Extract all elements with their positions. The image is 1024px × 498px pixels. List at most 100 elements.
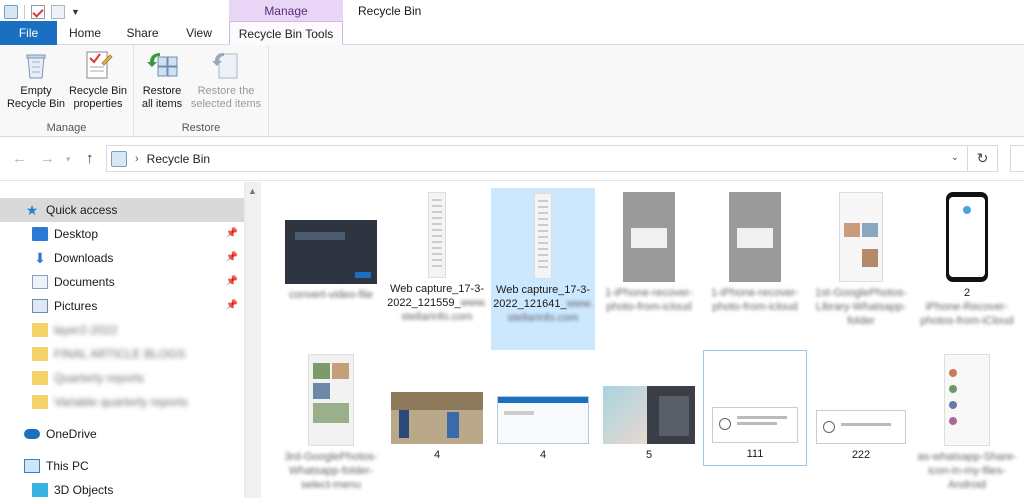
- file-name: 4: [539, 449, 547, 461]
- file-item[interactable]: 1-iPhone-recover-photo-from-icloud: [597, 192, 701, 314]
- nav-downloads[interactable]: ⬇ Downloads 📌: [0, 246, 244, 270]
- ribbon-group-label-restore: Restore: [181, 122, 221, 134]
- address-bar[interactable]: › Recycle Bin ⌄: [106, 145, 968, 172]
- file-name: 1-iPhone-recover-photo-from-icloud: [710, 287, 800, 313]
- file-item-selected[interactable]: Web capture_17-3-2022_121641_www.stellar…: [491, 188, 595, 350]
- empty-line-2: Recycle Bin: [6, 98, 66, 110]
- cube-icon: [32, 483, 48, 497]
- file-thumbnail: [712, 407, 798, 443]
- file-name: convert-video-file: [289, 289, 373, 301]
- file-thumbnail: [534, 193, 552, 279]
- tab-recycle-bin-tools[interactable]: Recycle Bin Tools: [229, 21, 343, 46]
- file-item-focused[interactable]: 111: [703, 350, 807, 466]
- nav-folder-label: Variable quarterly reports: [54, 395, 188, 409]
- empty-recycle-bin-icon: [26, 54, 46, 79]
- navigation-pane: ★ Quick access Desktop 📌 ⬇ Downloads 📌 D…: [0, 182, 244, 498]
- properties-icon[interactable]: [31, 5, 45, 19]
- pin-icon[interactable]: 📌: [226, 228, 238, 239]
- restore-selected-line-2: selected items: [190, 98, 262, 110]
- breadcrumb-recycle-bin[interactable]: Recycle Bin: [147, 152, 210, 166]
- tab-file[interactable]: File: [0, 21, 57, 45]
- tab-view[interactable]: View: [172, 21, 226, 45]
- nav-onedrive[interactable]: OneDrive: [0, 422, 244, 446]
- file-item[interactable]: 3rd-GooglePhotos-Whatsapp-folder-select-…: [279, 354, 383, 492]
- new-folder-icon[interactable]: [51, 5, 65, 19]
- file-item[interactable]: convert-video-file: [279, 202, 383, 302]
- file-item[interactable]: 1-iPhone-recover-photo-from-icloud: [703, 192, 807, 314]
- nav-3d-objects[interactable]: 3D Objects: [0, 478, 244, 498]
- nav-folder[interactable]: Variable quarterly reports: [0, 390, 244, 414]
- file-name: 3rd-GooglePhotos-Whatsapp-folder-select-…: [284, 451, 378, 491]
- tab-share[interactable]: Share: [113, 21, 172, 45]
- ribbon-group-label-manage: Manage: [46, 122, 87, 134]
- empty-line-1: Empty: [20, 85, 52, 97]
- file-item[interactable]: 4: [385, 354, 489, 462]
- restore-all-items-button[interactable]: Restore all items: [138, 49, 186, 111]
- nav-folder[interactable]: FINAL ARTICLE BLOGS: [0, 342, 244, 366]
- file-item[interactable]: 5: [597, 354, 701, 462]
- nav-downloads-label: Downloads: [54, 251, 114, 265]
- empty-recycle-bin-button[interactable]: Empty Recycle Bin: [6, 49, 66, 111]
- window-title: Recycle Bin: [358, 4, 422, 18]
- ribbon-group-manage: Empty Recycle Bin Recycle Bin properties…: [0, 45, 134, 137]
- properties-line-2: properties: [73, 98, 123, 110]
- folder-icon: [32, 323, 48, 337]
- nav-quick-access[interactable]: ★ Quick access: [0, 198, 244, 222]
- forward-arrow-icon[interactable]: →: [40, 150, 55, 167]
- file-thumbnail: [729, 192, 781, 282]
- cloud-icon: [24, 429, 40, 439]
- nav-folder[interactable]: layer2-2022: [0, 318, 244, 342]
- pin-icon[interactable]: 📌: [226, 300, 238, 311]
- customize-toolbar-dropdown-icon[interactable]: ▼: [71, 7, 80, 17]
- nav-documents[interactable]: Documents 📌: [0, 270, 244, 294]
- file-thumbnail: [839, 192, 883, 282]
- nav-folder[interactable]: Quarterly reports: [0, 366, 244, 390]
- nav-desktop[interactable]: Desktop 📌: [0, 222, 244, 246]
- navigation-bar: ← → ▾ ↑ › Recycle Bin ⌄ ↻: [0, 137, 1024, 181]
- file-name: 222: [851, 449, 871, 461]
- file-name: 1st-GooglePhotos-Library-Whatsapp-folder: [815, 287, 907, 327]
- file-item[interactable]: 4: [491, 354, 595, 462]
- chevron-down-icon[interactable]: ⌄: [951, 152, 959, 163]
- nav-pictures[interactable]: Pictures 📌: [0, 294, 244, 318]
- file-thumbnail: [623, 192, 675, 282]
- nav-pane-scrollbar[interactable]: [244, 182, 261, 498]
- file-item[interactable]: as-whatsapp-Share-icon-in-my-files-Andro…: [915, 354, 1019, 492]
- back-arrow-icon[interactable]: ←: [12, 150, 27, 167]
- breadcrumb-separator[interactable]: ›: [135, 153, 139, 165]
- pin-icon[interactable]: 📌: [226, 276, 238, 287]
- file-thumbnail: [944, 354, 990, 446]
- restore-all-line-1: Restore: [142, 85, 182, 97]
- file-item[interactable]: 222: [809, 354, 913, 462]
- restore-selected-items-button[interactable]: Restore the selected items: [186, 49, 266, 111]
- recent-locations-chevron-icon[interactable]: ▾: [66, 154, 71, 165]
- picture-icon: [32, 299, 48, 313]
- nav-folder-label: Quarterly reports: [54, 371, 145, 385]
- ribbon-group-restore: Restore all items Restore the selected i…: [134, 45, 269, 137]
- file-item[interactable]: 1st-GooglePhotos-Library-Whatsapp-folder: [809, 192, 913, 328]
- up-arrow-icon[interactable]: ↑: [86, 150, 94, 167]
- file-thumbnail: [391, 392, 483, 444]
- file-name: as-whatsapp-Share-icon-in-my-files-Andro…: [917, 451, 1017, 491]
- scroll-up-arrow-icon[interactable]: ▲: [248, 186, 257, 196]
- recycle-bin-icon: [4, 5, 18, 19]
- tab-home[interactable]: Home: [57, 21, 113, 45]
- search-input[interactable]: [1010, 145, 1024, 172]
- file-thumbnail: [603, 386, 695, 444]
- recycle-bin-properties-button[interactable]: Recycle Bin properties: [66, 49, 130, 111]
- nav-this-pc[interactable]: This PC: [0, 454, 244, 478]
- properties-icon: [86, 51, 113, 79]
- folder-icon: [32, 371, 48, 385]
- restore-selected-line-1: Restore the: [197, 85, 255, 97]
- file-name: 2 iPhone-Recover-photos-from-iCloud: [915, 286, 1019, 328]
- file-thumbnail: [285, 220, 377, 284]
- refresh-button[interactable]: ↻: [968, 145, 998, 172]
- file-item[interactable]: Web capture_17-3-2022_121559_www.stellar…: [385, 192, 489, 324]
- pin-icon[interactable]: 📌: [226, 252, 238, 263]
- file-item[interactable]: 2 iPhone-Recover-photos-from-iCloud: [915, 192, 1019, 328]
- file-thumbnail: [308, 354, 354, 446]
- file-thumbnail: [428, 192, 446, 278]
- file-thumbnail: [816, 410, 906, 444]
- nav-this-pc-label: This PC: [46, 459, 89, 473]
- divider: [24, 5, 25, 19]
